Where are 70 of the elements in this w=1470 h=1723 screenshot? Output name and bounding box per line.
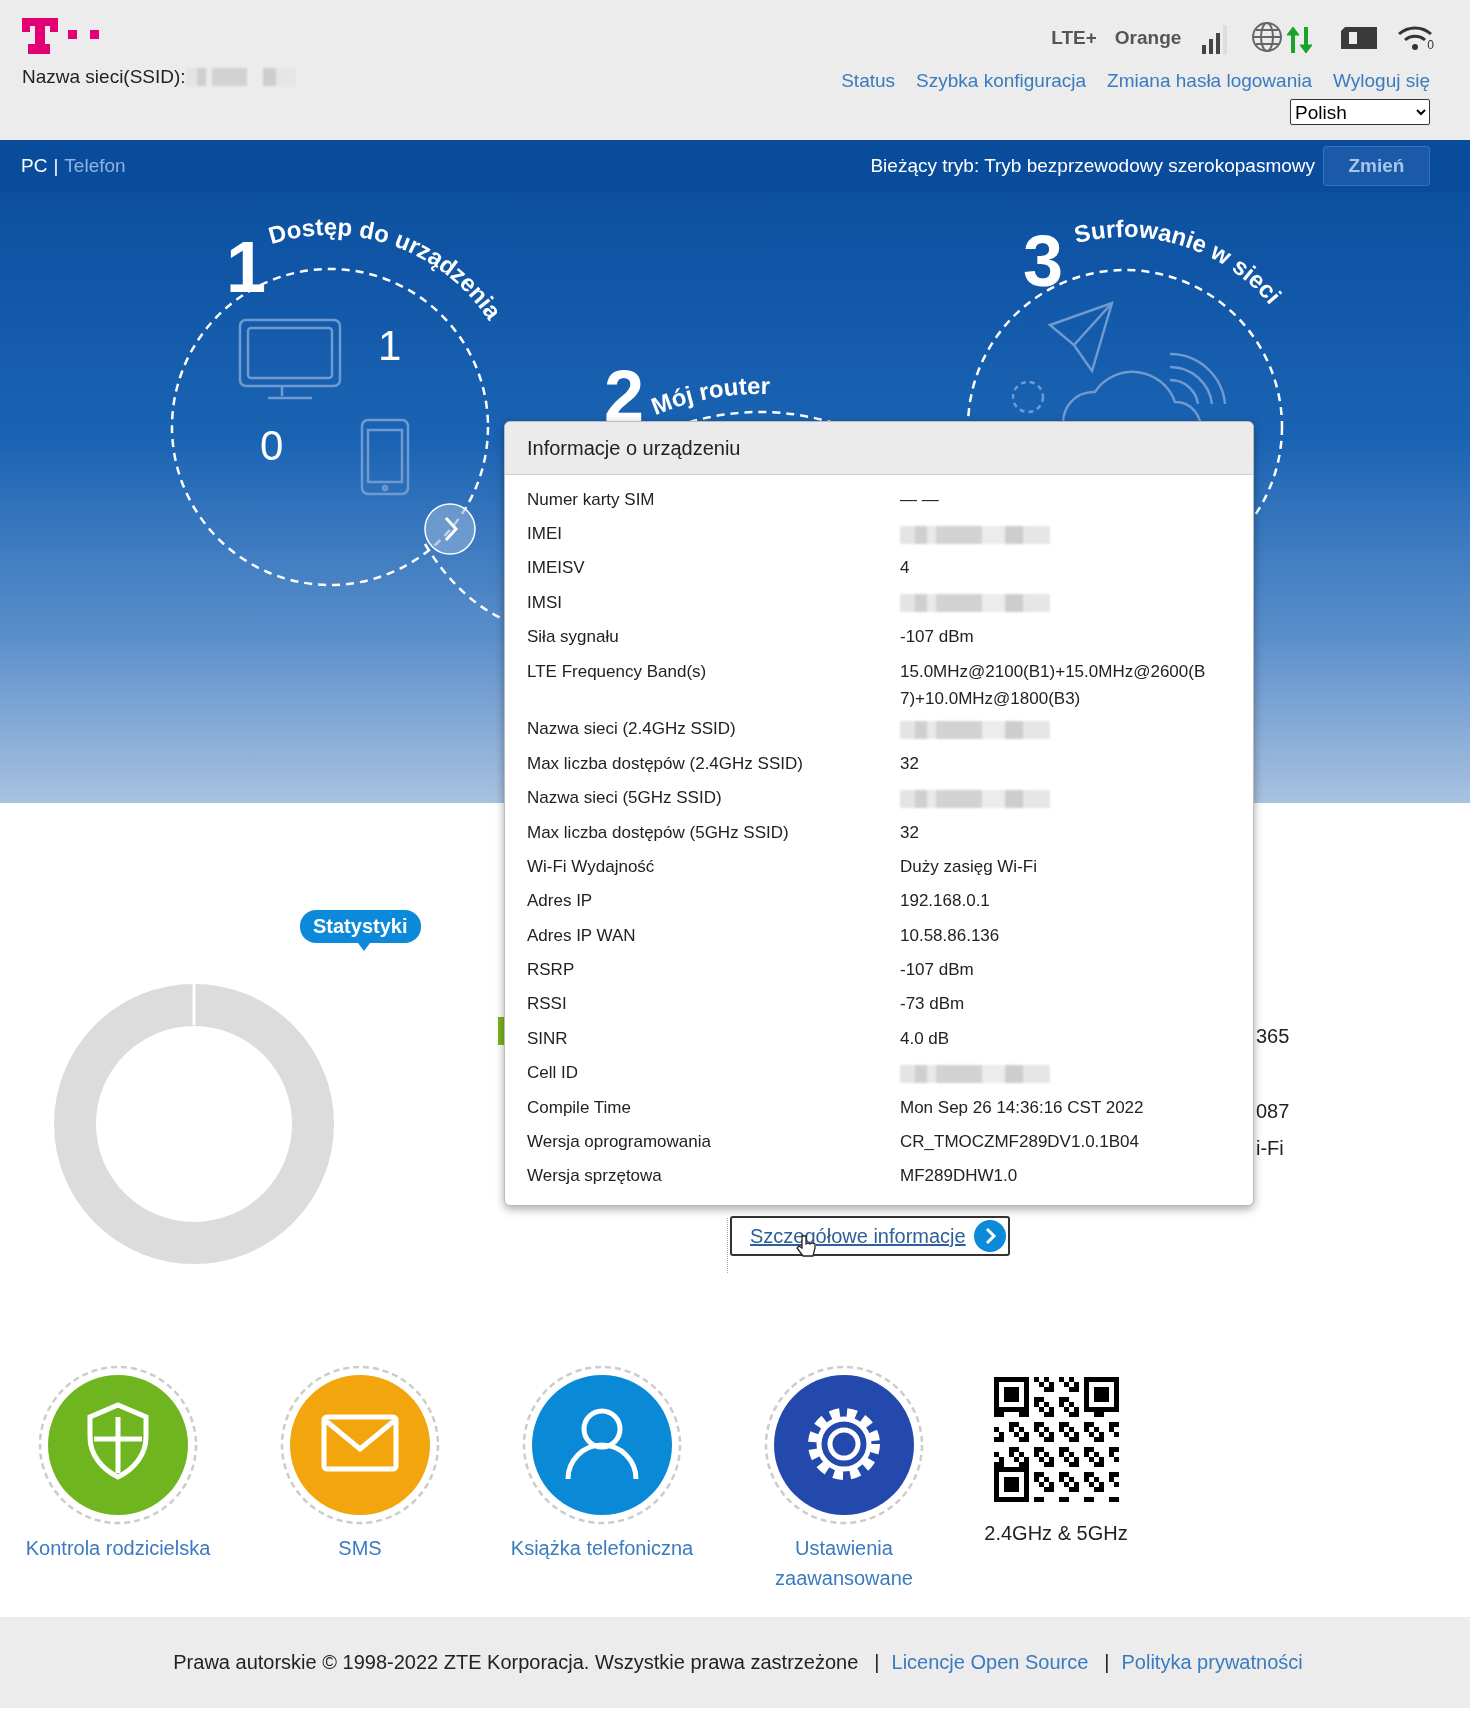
mode-text: Bieżący tryb: Tryb bezprzewodowy szerokopasmowy: [870, 155, 1315, 177]
network-type: LTE+: [1051, 27, 1097, 49]
info-value: 4.0 dB: [900, 1028, 950, 1048]
wifi-client-count: 0: [1427, 38, 1434, 52]
separator-text: |: [874, 1651, 880, 1674]
ssid-label: Nazwa sieci(SSID):: [22, 66, 186, 88]
info-label: SINR: [527, 1027, 569, 1050]
info-value: Mon Sep 26 14:36:16 CST 2022: [900, 1097, 1144, 1117]
shortcut-link[interactable]: Ustawienia zaawansowane: [749, 1533, 939, 1593]
shortcut-link[interactable]: Kontrola rodzicielska: [23, 1533, 213, 1563]
info-label: Siła sygnału: [527, 626, 620, 649]
info-value: 32: [900, 753, 919, 773]
info-label: Wersja oprogramowania: [527, 1131, 712, 1153]
stat-value: 087: [1256, 1100, 1290, 1123]
step-number: 1: [226, 227, 267, 307]
info-label: Max liczba dostępów (2.4GHz SSID): [527, 752, 804, 775]
info-value: 192.168.0.1: [900, 891, 990, 911]
info-label: LTE Frequency Band(s): [527, 660, 708, 683]
info-label: Nazwa sieci (2.4GHz SSID): [527, 718, 737, 741]
details-link[interactable]: Szczegółowe informacje: [750, 1224, 966, 1248]
step-title: Mój router: [647, 371, 771, 420]
info-label: Wi-Fi Wydajność: [527, 855, 656, 878]
info-label: IMSI: [527, 591, 563, 614]
info-label: Wersja sprzętowa: [527, 1165, 663, 1188]
info-value: CR_TMOCZMF289DV1.0.1B04: [900, 1132, 1140, 1151]
change-button[interactable]: Zmień: [1323, 146, 1430, 186]
details-button[interactable]: Szczegółowe informacje: [730, 1216, 1010, 1256]
nav-link[interactable]: Zmiana hasła logowania: [1107, 70, 1312, 92]
info-value: 15.0MHz@2100(B1)+15.0MHz@2600(B7)+10.0MHz@1800(B3): [900, 661, 1206, 708]
info-value: 32: [900, 822, 919, 842]
step-number: 3: [1023, 221, 1064, 301]
info-label: Adres IP: [527, 890, 594, 913]
info-value: Duży zasięg Wi-Fi: [900, 856, 1037, 876]
info-value: 10.58.86.136: [900, 925, 1000, 945]
view-link[interactable]: PC: [21, 155, 48, 177]
stat-value: 365: [1256, 1025, 1290, 1048]
nav-link[interactable]: Wyloguj się: [1333, 70, 1430, 92]
info-label: Nazwa sieci (5GHz SSID): [527, 787, 723, 810]
info-label: Cell ID: [527, 1062, 579, 1085]
info-value: MF289DHW1.0: [900, 1166, 1018, 1186]
info-label: IMEI: [527, 523, 563, 546]
footer-link[interactable]: Polityka prywatności: [1121, 1651, 1303, 1674]
shortcut-link[interactable]: SMS: [265, 1533, 455, 1563]
info-label: Compile Time: [527, 1096, 632, 1119]
qr-caption: 2.4GHz & 5GHz: [984, 1522, 1128, 1545]
separator-text: |: [1104, 1651, 1110, 1674]
nav-link[interactable]: Szybka konfiguracja: [916, 70, 1087, 92]
info-label: RSRP: [527, 959, 576, 982]
shortcut-link[interactable]: Książka telefoniczna: [507, 1533, 697, 1563]
info-label: Numer karty SIM: [527, 488, 656, 511]
info-label: IMEISV: [527, 557, 586, 580]
view-link[interactable]: Telefon: [64, 155, 126, 177]
pc-count: 1: [378, 322, 402, 369]
dialog-title: Informacje o urządzeniu: [505, 422, 1253, 475]
stat-value: i-Fi: [1256, 1137, 1284, 1160]
footer-link[interactable]: Licencje Open Source: [891, 1651, 1089, 1674]
phone-count: 0: [260, 422, 284, 469]
info-label: RSSI: [527, 993, 568, 1016]
separator-text: |: [53, 155, 59, 177]
info-value: -107 dBm: [900, 627, 974, 647]
info-value: — —: [900, 489, 939, 509]
info-value: 4: [900, 558, 910, 578]
copyright-text: Prawa autorskie © 1998-2022 ZTE Korporacja. Wszystkie prawa zastrzeżone: [173, 1651, 859, 1674]
info-value: -73 dBm: [900, 994, 965, 1014]
nav-link[interactable]: Status: [841, 70, 896, 92]
operator-name: Orange: [1114, 27, 1182, 49]
info-label: Max liczba dostępów (5GHz SSID): [527, 821, 790, 844]
language-select[interactable]: Polish: [1290, 99, 1430, 125]
info-value: -107 dBm: [900, 960, 974, 980]
info-label: Adres IP WAN: [527, 924, 637, 947]
